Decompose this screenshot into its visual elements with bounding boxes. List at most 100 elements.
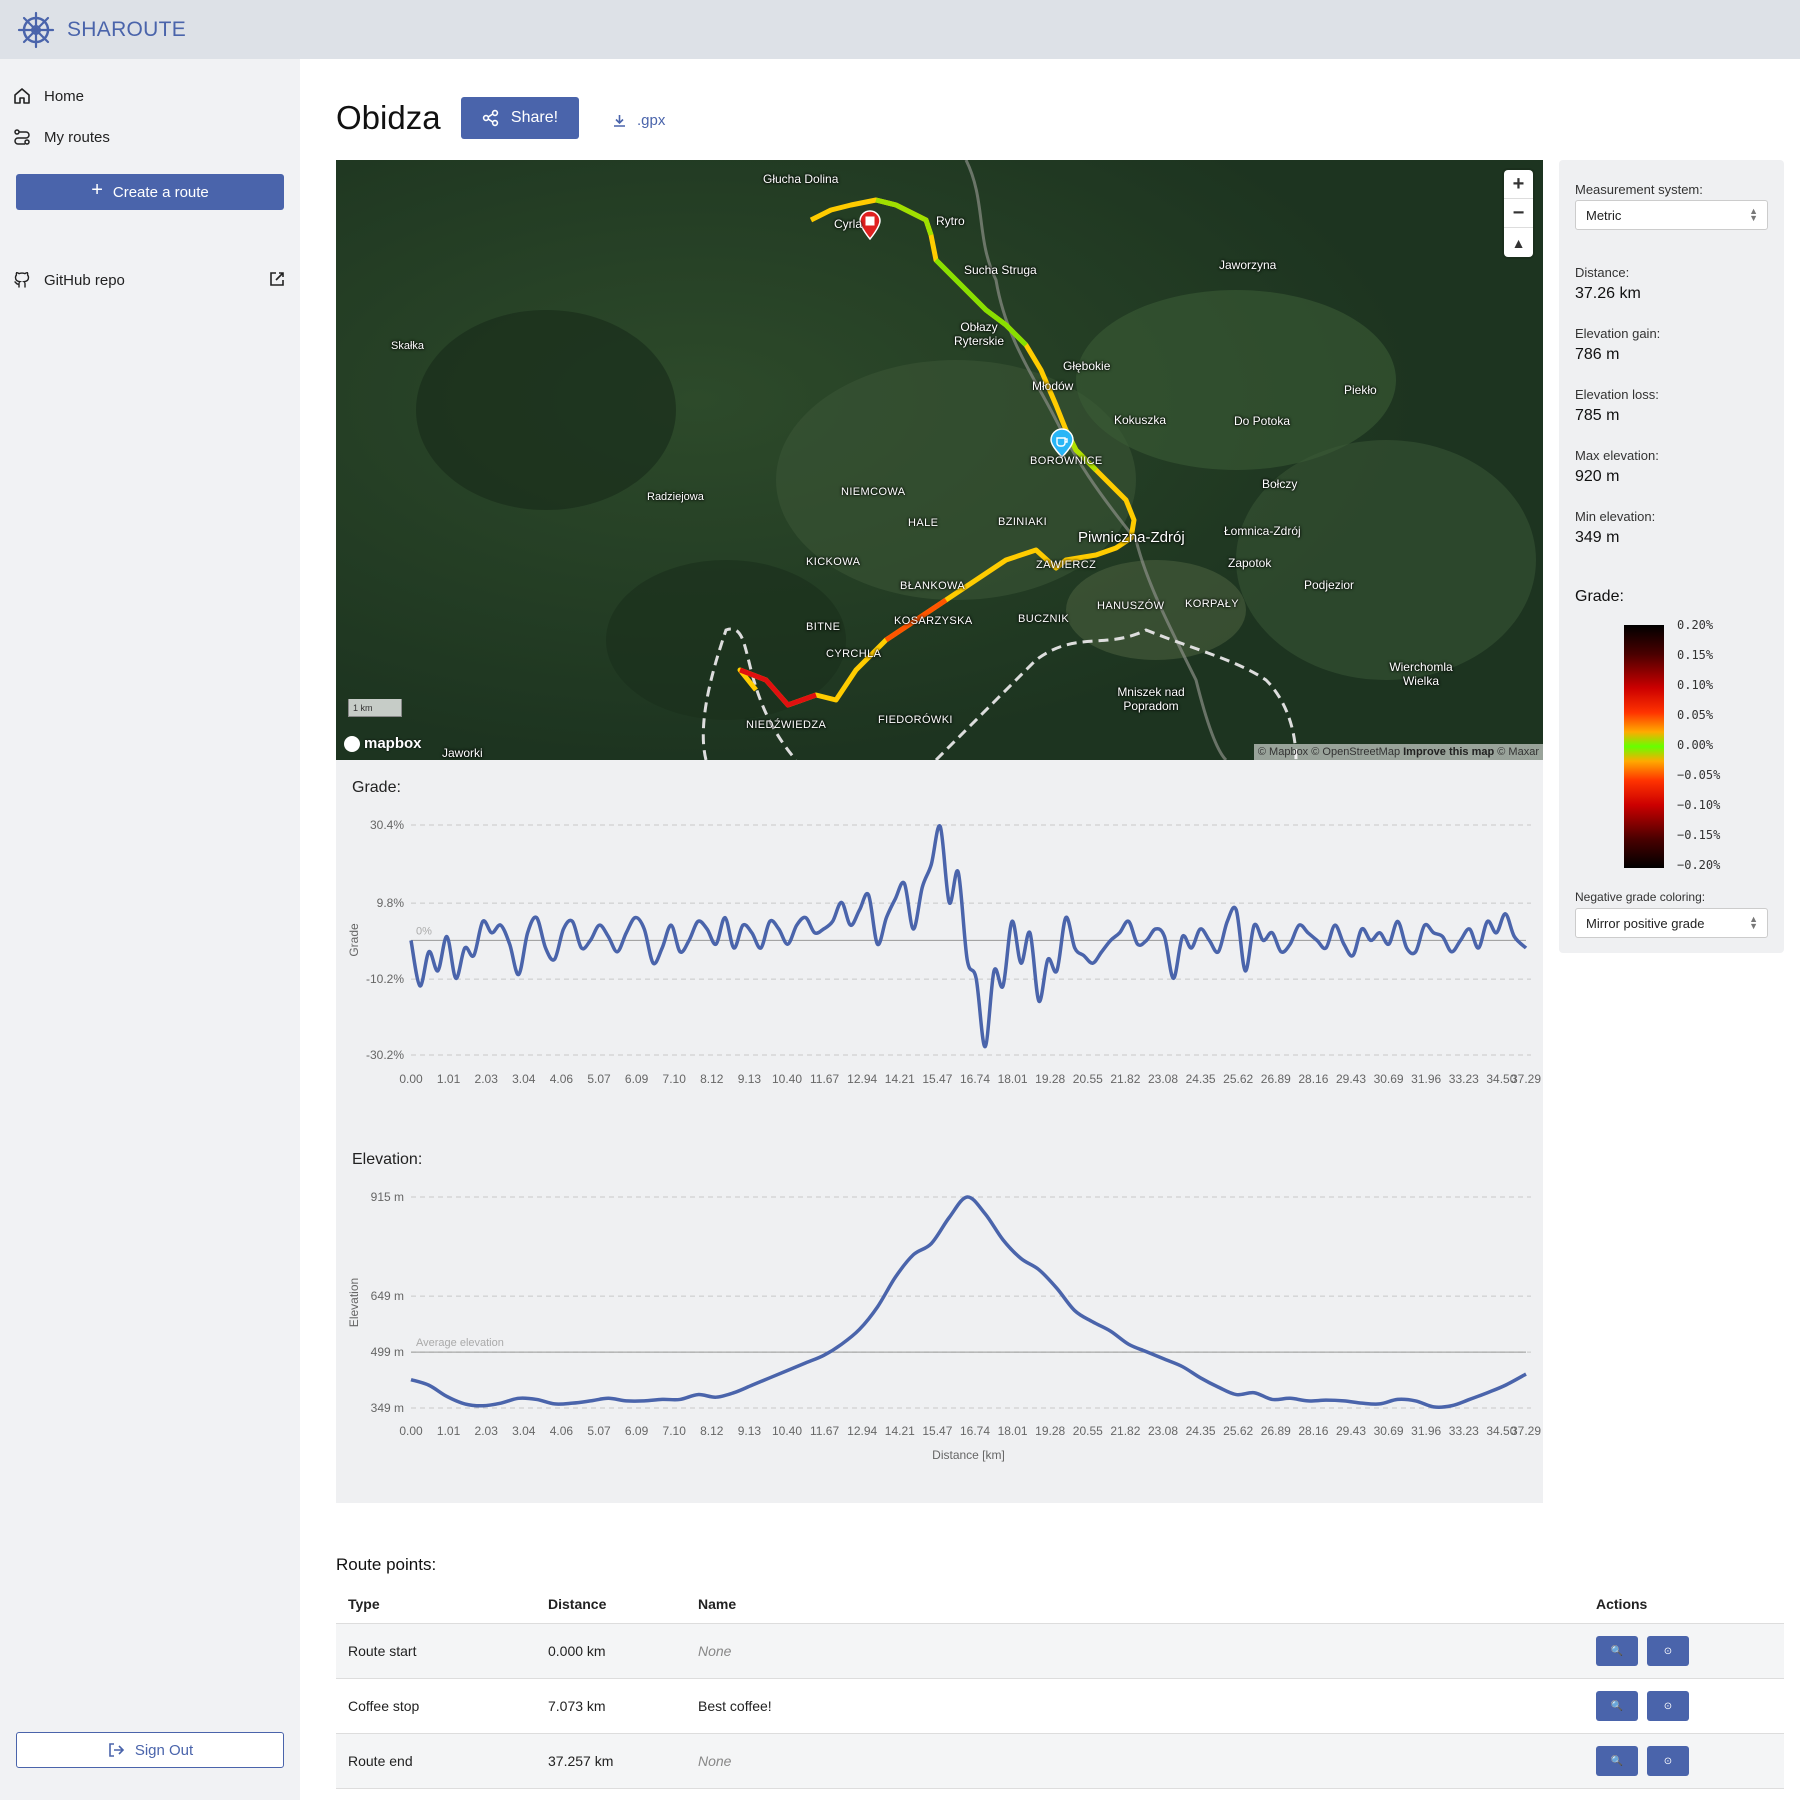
map-label: Głębokie xyxy=(1063,359,1111,373)
brand-name[interactable]: SHAROUTE xyxy=(67,18,186,42)
x-tick-label: 14.21 xyxy=(885,1072,915,1086)
download-gpx-label: .gpx xyxy=(637,112,666,129)
row-actions: 🔍 ⊙ xyxy=(1596,1691,1698,1721)
x-tick-label: 8.12 xyxy=(700,1424,724,1438)
map-label: Wierchomla Wielka xyxy=(1389,660,1453,688)
x-tick-label: 4.06 xyxy=(550,1072,574,1086)
locate-point-button[interactable]: ⊙ xyxy=(1647,1746,1689,1776)
grade-tick: −0.20% xyxy=(1677,858,1721,872)
x-tick-label: 21.82 xyxy=(1110,1424,1140,1438)
map-label: Bołczy xyxy=(1262,477,1298,491)
map-label: Do Potoka xyxy=(1234,414,1291,428)
page-title: Obidza xyxy=(336,99,441,136)
elevation-chart[interactable]: 915 m 649 m 499 m 349 m Average elevation 0.0… xyxy=(336,1172,1543,1472)
reference-line-label: Average elevation xyxy=(416,1337,504,1349)
x-tick-label: 26.89 xyxy=(1261,1072,1291,1086)
map-label: Radziejowa xyxy=(647,491,704,503)
download-gpx-link[interactable]: .gpx xyxy=(612,112,665,129)
column-header-type: Type xyxy=(348,1596,380,1612)
row-name: None xyxy=(698,1643,732,1659)
mapbox-text: mapbox xyxy=(364,735,422,752)
grade-chart[interactable]: 30.4% 9.8% -10.2% -30.2% 0% 0.00 1.01 2.03 3.04 4… xyxy=(336,800,1543,1090)
zoom-to-point-button[interactable]: 🔍 xyxy=(1596,1636,1638,1666)
grade-tick: 0.05% xyxy=(1677,708,1714,722)
x-tick-label: 31.96 xyxy=(1411,1072,1441,1086)
sign-out-button[interactable]: Sign Out xyxy=(16,1732,284,1768)
x-tick-label: 29.43 xyxy=(1336,1424,1366,1438)
external-link-icon[interactable] xyxy=(268,270,286,288)
x-tick-label: 2.03 xyxy=(475,1424,499,1438)
row-type: Coffee stop xyxy=(348,1698,420,1714)
map-satellite-imagery xyxy=(336,160,1543,760)
x-tick-label: 16.74 xyxy=(960,1424,990,1438)
attribution-text[interactable]: © Mapbox © OpenStreetMap xyxy=(1258,746,1400,758)
x-tick-label: 3.04 xyxy=(512,1072,536,1086)
improve-map-link[interactable]: Improve this map xyxy=(1403,746,1494,758)
route-settings-panel: Measurement system: Metric ▲ ▼ Distance: … xyxy=(1559,160,1784,953)
map-label: Mniszek nad Popradom xyxy=(1117,685,1185,713)
x-tick-label: 23.08 xyxy=(1148,1072,1178,1086)
share-button[interactable]: Share! xyxy=(461,97,579,139)
x-tick-label: 16.74 xyxy=(960,1072,990,1086)
row-type: Route end xyxy=(348,1753,413,1769)
locate-point-button[interactable]: ⊙ xyxy=(1647,1691,1689,1721)
map-label: BOROWNICE xyxy=(1030,455,1103,467)
x-tick-label: 5.07 xyxy=(587,1424,611,1438)
x-tick-label: 18.01 xyxy=(998,1424,1028,1438)
x-tick-label: 25.62 xyxy=(1223,1424,1253,1438)
attribution-maxar[interactable]: © Maxar xyxy=(1497,746,1539,758)
sidebar-item-github[interactable]: GitHub repo xyxy=(12,268,125,292)
compass-button[interactable]: ▲ xyxy=(1504,228,1533,257)
map-attribution: © Mapbox © OpenStreetMap Improve this ma… xyxy=(1253,744,1543,760)
grade-tick: 0.20% xyxy=(1677,618,1714,632)
map-label: Jaworzyna xyxy=(1219,258,1277,272)
route-map[interactable]: Głucha Dolina Cyrla Rytro Sucha Struga J… xyxy=(336,160,1543,760)
zoom-in-button[interactable]: + xyxy=(1504,170,1533,199)
table-header: Type Distance Name Actions xyxy=(336,1585,1784,1624)
map-label: Sucha Struga xyxy=(964,263,1037,277)
coffee-stop-marker-icon[interactable] xyxy=(1050,428,1074,458)
y-tick-label: 915 m xyxy=(371,1190,404,1204)
negative-grade-select[interactable]: Mirror positive grade ▲ ▼ xyxy=(1575,908,1768,938)
map-label: HALE xyxy=(908,517,939,529)
x-tick-label: 11.67 xyxy=(810,1072,839,1086)
x-tick-label: 37.29 xyxy=(1511,1424,1541,1438)
map-label: BZINIAKI xyxy=(998,516,1048,528)
x-tick-label: 11.67 xyxy=(810,1424,839,1438)
create-route-button[interactable]: + Create a route xyxy=(16,174,284,210)
sidebar-item-label: GitHub repo xyxy=(44,271,125,289)
map-label: HANUSZÓW xyxy=(1097,600,1165,612)
x-axis-label: Distance [km] xyxy=(932,1448,1005,1462)
zoom-out-button[interactable]: − xyxy=(1504,199,1533,228)
home-icon xyxy=(14,88,30,104)
locate-icon: ⊙ xyxy=(1663,1700,1673,1712)
x-tick-label: 1.01 xyxy=(437,1072,461,1086)
distance-label: Distance: xyxy=(1575,265,1630,280)
column-header-actions: Actions xyxy=(1596,1596,1648,1612)
mapbox-logo[interactable]: mapbox xyxy=(344,735,422,752)
map-label: Jaworki xyxy=(442,746,483,760)
locate-point-button[interactable]: ⊙ xyxy=(1647,1636,1689,1666)
route-end-marker-icon[interactable] xyxy=(859,210,881,240)
measurement-select[interactable]: Metric ▲ ▼ xyxy=(1575,200,1768,230)
map-label: FIEDORÓWKI xyxy=(878,714,953,726)
table-row: Route start 0.000 km None 🔍 ⊙ xyxy=(336,1624,1784,1679)
share-icon xyxy=(482,109,499,127)
sign-out-icon xyxy=(109,1743,124,1757)
row-distance: 37.257 km xyxy=(548,1753,614,1769)
ship-wheel-icon[interactable] xyxy=(17,11,55,49)
sidebar-item-home[interactable]: Home xyxy=(12,84,84,108)
series-line xyxy=(409,824,1528,1049)
sidebar-item-label: Home xyxy=(44,87,85,105)
y-tick-label: 649 m xyxy=(371,1289,404,1303)
row-name: None xyxy=(698,1753,732,1769)
zoom-to-point-button[interactable]: 🔍 xyxy=(1596,1746,1638,1776)
locate-icon: ⊙ xyxy=(1663,1645,1673,1657)
zoom-icon: 🔍 xyxy=(1610,1645,1624,1657)
select-caret-icon: ▲ ▼ xyxy=(1749,206,1758,223)
zoom-to-point-button[interactable]: 🔍 xyxy=(1596,1691,1638,1721)
locate-icon: ⊙ xyxy=(1663,1755,1673,1767)
sidebar-item-my-routes[interactable]: My routes xyxy=(12,125,110,149)
zoom-icon: 🔍 xyxy=(1610,1755,1624,1767)
x-tick-label: 0.00 xyxy=(399,1424,423,1438)
